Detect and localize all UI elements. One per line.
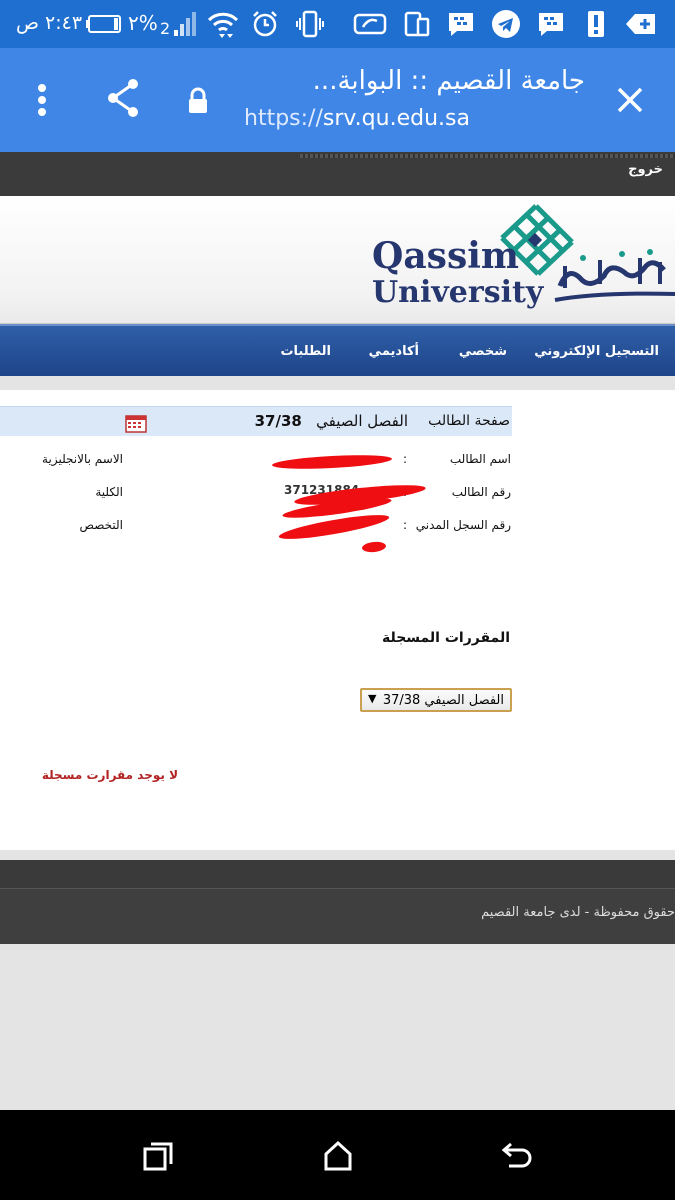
svg-text:University: University xyxy=(372,275,545,310)
telegram-icon xyxy=(490,9,522,39)
redaction-mark xyxy=(271,452,393,472)
url-text[interactable]: https://srv.qu.edu.sa xyxy=(244,106,470,131)
status-bar: ٢:٤٣ ص ٢% 2 xyxy=(0,0,675,48)
student-id-label: رقم الطالب xyxy=(451,485,511,499)
separator: : xyxy=(402,518,407,532)
current-term: الفصل الصيفي 37/38 xyxy=(254,412,408,430)
device-icon xyxy=(402,9,432,39)
wifi-icon xyxy=(206,9,240,39)
copyright-text: حقوق محفوظة - لدى جامعة القصيم xyxy=(481,905,675,920)
svg-text:Qassim: Qassim xyxy=(372,235,519,277)
registered-courses-heading: المقررات المسجلة xyxy=(381,630,510,646)
student-page-header: صفحة الطالب الفصل الصيفي 37/38 xyxy=(0,406,512,436)
redaction-mark xyxy=(361,540,387,554)
screen: ٢:٤٣ ص ٢% 2 جامعة القصيم:: البوابة... h… xyxy=(0,0,675,1200)
share-icon[interactable] xyxy=(102,76,144,120)
battery-icon xyxy=(86,9,122,39)
alert-icon xyxy=(584,9,608,39)
nav-e-registration[interactable]: التسجيل الإلكتروني xyxy=(534,344,659,359)
english-name-label: الاسم بالانجليزية xyxy=(42,452,123,466)
vibrate-icon xyxy=(294,9,326,39)
logout-link[interactable]: خروج xyxy=(628,162,663,177)
university-banner: Qassim University xyxy=(0,196,675,324)
college-label: الكلية xyxy=(95,485,123,499)
browser-toolbar: جامعة القصيم :: البوابة... https://srv.q… xyxy=(0,48,675,152)
bbm-icon xyxy=(536,9,566,39)
nav-personal[interactable]: شخصي xyxy=(459,344,507,359)
lock-icon[interactable] xyxy=(182,84,214,118)
url-scheme: https:// xyxy=(244,106,323,131)
term-select-value: الفصل الصيفي 37/38 xyxy=(382,693,504,708)
term-select[interactable]: الفصل الصيفي 37/38 ▼ xyxy=(360,688,512,712)
student-page-label: صفحة الطالب xyxy=(428,413,510,429)
url-host: srv.qu.edu.sa xyxy=(322,106,470,131)
svg-text:2: 2 xyxy=(160,19,170,38)
current-term-value: 37/38 xyxy=(254,412,302,430)
footer: حقوق محفوظة - لدى جامعة القصيم xyxy=(0,888,675,944)
add-icon xyxy=(624,9,658,39)
close-icon[interactable] xyxy=(606,78,654,122)
alarm-icon xyxy=(250,9,280,39)
nav-academic[interactable]: أكاديمي xyxy=(369,344,419,359)
top-strip-pattern xyxy=(300,154,675,158)
recent-apps-icon[interactable] xyxy=(138,1138,178,1174)
page-title: جامعة القصيم :: البوابة... xyxy=(312,66,585,96)
separator: : xyxy=(402,452,407,466)
top-strip: خروج xyxy=(0,152,675,196)
back-icon[interactable] xyxy=(498,1138,538,1174)
civil-id-label: رقم السجل المدني xyxy=(415,518,511,532)
signal-icon: 2 xyxy=(160,9,200,39)
nav-requests[interactable]: الطلبات xyxy=(280,344,331,359)
cloud-icon xyxy=(352,9,388,39)
dropdown-arrow-icon: ▼ xyxy=(368,692,377,705)
bbm-icon xyxy=(446,9,476,39)
student-page: صفحة الطالب الفصل الصيفي 37/38 اسم الطال… xyxy=(0,390,675,850)
no-courses-message: لا يوجد مقرارت مسجلة xyxy=(41,768,178,782)
calendar-icon[interactable] xyxy=(125,415,147,437)
student-name-label: اسم الطالب xyxy=(449,452,511,466)
footer-bar xyxy=(0,860,675,888)
university-logo: Qassim University xyxy=(372,204,675,310)
major-label: التخصص xyxy=(79,518,123,532)
system-nav-bar xyxy=(0,1110,675,1200)
battery-percent: ٢% xyxy=(128,11,158,35)
home-icon[interactable] xyxy=(318,1138,358,1174)
status-time: ٢:٤٣ ص xyxy=(16,12,83,34)
more-icon[interactable] xyxy=(30,78,54,122)
main-nav: التسجيل الإلكتروني شخصي أكاديمي الطلبات xyxy=(0,324,675,376)
